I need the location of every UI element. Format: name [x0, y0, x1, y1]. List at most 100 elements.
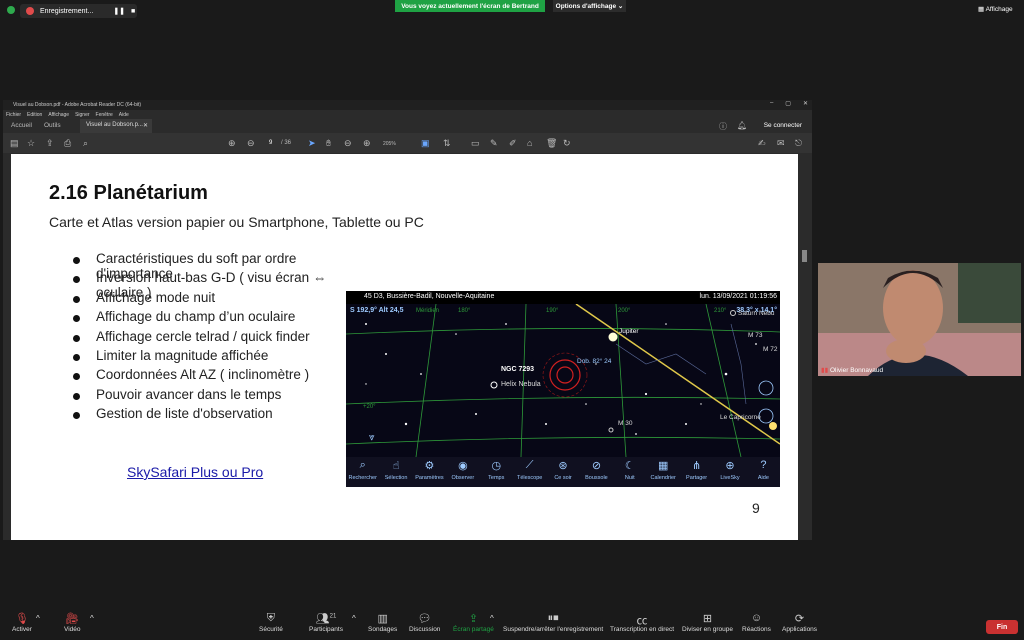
share-chevron[interactable]: ^ — [490, 614, 494, 623]
menu-edition[interactable]: Edition — [27, 112, 42, 118]
bullet-item: Gestion de liste d'observation — [73, 406, 373, 425]
participant-name: ▮▮ Olivier Bonnavaud — [821, 366, 883, 374]
minimize-icon[interactable]: – — [770, 100, 773, 107]
sky-btn-ce-soir[interactable]: ⊛ Ce soir — [546, 457, 579, 487]
stamp-icon[interactable]: ⌂ — [527, 138, 532, 148]
page-up-icon[interactable]: ⊕ — [228, 138, 236, 149]
fit-page-icon[interactable]: ▣ — [421, 138, 430, 149]
vertical-scrollbar[interactable] — [798, 154, 812, 540]
sky-btn-label: Télescope — [516, 475, 543, 481]
sky-btn-nuit[interactable]: ☾ Nuit — [613, 457, 646, 487]
sign-icon[interactable]: ✍︎ — [758, 138, 766, 149]
sky-btn-aide[interactable]: ? Aide — [747, 457, 780, 487]
share-screen-button[interactable]: ⇪ Écran partagé — [453, 612, 494, 633]
apps-button[interactable]: ⟳ Applications — [782, 612, 817, 633]
end-meeting-button[interactable]: Fin — [986, 620, 1018, 634]
sky-btn-temps[interactable]: ◷ Temps — [480, 457, 513, 487]
video-button[interactable]: 🎥︎ Vidéo — [64, 612, 81, 633]
cc-icon: ㏄ — [636, 615, 648, 627]
participant-video[interactable]: ▮▮ Olivier Bonnavaud — [818, 263, 1021, 376]
deg190-label: 190° — [546, 308, 559, 314]
pen-icon[interactable]: ✎ — [490, 138, 498, 149]
recording-indicator[interactable]: Enregistrement... ❚❚ ■ — [20, 4, 137, 18]
menu-fichier[interactable]: Fichier — [6, 112, 21, 118]
scrollbar-thumb[interactable] — [802, 250, 807, 262]
menu-signer[interactable]: Signer — [75, 112, 89, 118]
skysafari-link[interactable]: SkySafari Plus ou Pro — [127, 464, 263, 480]
sky-btn-calendrier[interactable]: ▦ Calendrier — [647, 457, 680, 487]
transcription-button[interactable]: ㏄ Transcription en direct — [610, 612, 674, 633]
comment-icon[interactable]: ▭ — [471, 138, 480, 149]
window-controls: – ▢ ✕ — [770, 100, 808, 107]
sky-btn-label: Ce soir — [554, 475, 572, 481]
sky-btn-observer[interactable]: ◉ Observer — [446, 457, 479, 487]
save-icon[interactable]: ▤ — [10, 138, 19, 149]
smiley-icon: ☺ — [750, 612, 763, 624]
stop-icon[interactable]: ■ — [131, 8, 135, 15]
star-icon[interactable]: ☆ — [27, 138, 35, 149]
sky-btn-partager[interactable]: ⋔ Partager — [680, 457, 713, 487]
maximize-icon[interactable]: ▢ — [785, 100, 791, 107]
sky-btn-rechercher[interactable]: ⌕ Rechercher — [346, 457, 379, 487]
bell-icon[interactable]: 🔔︎ — [737, 121, 747, 130]
share-screen-label: Écran partagé — [453, 626, 494, 633]
menu-aide[interactable]: Aide — [119, 112, 129, 118]
share-icon[interactable]: ⎋ — [795, 138, 802, 149]
participants-button[interactable]: 👥︎21 Participants — [309, 612, 343, 633]
sky-btn-livesky[interactable]: ⊕ LiveSky — [713, 457, 746, 487]
page-total: / 36 — [281, 140, 292, 146]
mute-button[interactable]: 🎙︎ Activer — [12, 612, 32, 633]
zoom-bottom-bar: 🎙︎ Activer ^ 🎥︎ Vidéo ^ ⛨ Sécurité 👥︎21 Part… — [0, 608, 1024, 640]
tab-document[interactable]: Visuel au Dobson.p... ✕ — [80, 119, 152, 133]
signin-button[interactable]: Se connecter — [764, 122, 802, 129]
zoom-level[interactable]: 205% — [383, 141, 396, 147]
zoom-out-icon[interactable]: ⊖ — [344, 138, 352, 149]
tab-outils[interactable]: Outils — [44, 122, 61, 129]
affichage-button[interactable]: ▦ Affichage — [978, 5, 1013, 13]
recording-control-button[interactable]: ⏸︎⏹︎ Suspendre/arrêter l'enregistrement — [503, 612, 603, 633]
highlight-icon[interactable]: ✐ — [509, 138, 517, 149]
tab-accueil[interactable]: Accueil — [11, 122, 32, 129]
meridien-label: Méridien — [416, 308, 440, 314]
m72-label: M 72 — [763, 346, 778, 353]
sky-btn-telescope[interactable]: ⟋ Télescope — [513, 457, 546, 487]
view-options-label: Options d'affichage — [555, 2, 617, 10]
video-options-chevron[interactable]: ^ — [90, 614, 94, 623]
zoom-in-icon[interactable]: ⊕ — [363, 138, 371, 149]
mail-icon[interactable]: ✉ — [777, 138, 785, 149]
mic-options-chevron[interactable]: ^ — [36, 614, 40, 623]
page-down-icon[interactable]: ⊖ — [247, 138, 255, 149]
reactions-button[interactable]: ☺ Réactions — [742, 612, 771, 633]
upload-icon[interactable]: ⇪ — [46, 138, 54, 149]
participants-chevron[interactable]: ^ — [352, 614, 356, 623]
help-icon[interactable]: ⓘ — [719, 121, 727, 132]
view-options-button[interactable]: Options d'affichage ⌄ — [553, 0, 626, 12]
trash-icon[interactable]: 🗑︎ — [546, 138, 557, 149]
search-icon[interactable]: ⌕ — [83, 138, 88, 149]
deg200-label: 200° — [618, 308, 631, 314]
shield-icon[interactable] — [7, 6, 15, 14]
menu-fenetre[interactable]: Fenêtre — [96, 112, 113, 118]
hand-icon[interactable]: ✋︎ — [326, 138, 331, 149]
chevron-down-icon[interactable]: ⩔ — [369, 432, 375, 443]
sky-map[interactable]: S 192,9° Alt 24,5 38,3° x 14,1° Méridien… — [346, 303, 780, 458]
close-icon[interactable]: ✕ — [803, 100, 808, 107]
security-label: Sécurité — [259, 626, 283, 633]
close-tab-icon[interactable]: ✕ — [143, 122, 148, 129]
sky-btn-boussole[interactable]: ⊘ Boussole — [580, 457, 613, 487]
breakout-button[interactable]: ⊞ Diviser en groupe — [682, 612, 733, 633]
menu-affichage[interactable]: Affichage — [48, 112, 69, 118]
polls-button[interactable]: ▥ Sondages — [368, 612, 397, 633]
pause-icon[interactable]: ❚❚ — [113, 7, 125, 15]
sky-btn-parametres[interactable]: ⚙︎ Paramètres — [413, 457, 446, 487]
security-button[interactable]: ⛨ Sécurité — [259, 612, 283, 633]
sky-btn-selection[interactable]: ☝︎ Sélection — [379, 457, 412, 487]
sky-datetime: lun. 13/09/2021 01:19:56 — [699, 293, 777, 300]
scroll-mode-icon[interactable]: ⇅ — [443, 138, 451, 149]
hand-icon: ☝︎ — [392, 460, 400, 472]
print-icon[interactable]: ⎙ — [64, 138, 71, 149]
select-cursor-icon[interactable]: ➤ — [308, 138, 316, 149]
rotate-icon[interactable]: ↻ — [563, 138, 571, 149]
page-number-field[interactable]: 9 — [269, 140, 272, 146]
chat-button[interactable]: 💬︎ Discussion — [409, 612, 440, 633]
